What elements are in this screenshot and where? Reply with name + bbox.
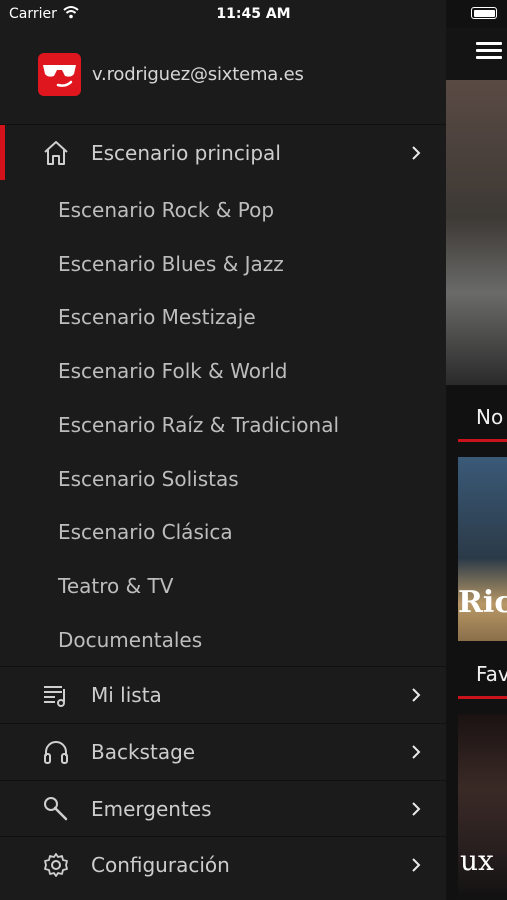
battery-icon [471,7,497,19]
chevron-right-icon [412,688,421,702]
thumbnail-title: Ric [458,585,507,620]
playlist-icon [44,686,65,707]
chevron-right-icon [412,745,421,759]
gear-icon [44,853,68,877]
menu-item-configuracion[interactable]: Configuración [0,836,446,892]
avatar [38,53,81,96]
submenu-teatro-tv[interactable]: Teatro & TV [58,574,173,598]
sunglasses-face-icon [43,65,76,87]
chevron-right-icon [412,146,421,160]
section-underline [458,439,507,442]
home-icon [44,141,68,165]
chevron-right-icon [412,858,421,872]
menu-item-emergentes[interactable]: Emergentes [0,780,446,836]
menu-item-label: Configuración [91,853,230,877]
submenu-rock-pop[interactable]: Escenario Rock & Pop [58,198,274,222]
menu-item-escenario-principal[interactable]: Escenario principal [0,124,446,180]
video-thumbnail[interactable]: Ric [458,457,507,641]
submenu-solistas[interactable]: Escenario Solistas [58,467,239,491]
clock: 11:45 AM [216,6,291,22]
submenu-blues-jazz[interactable]: Escenario Blues & Jazz [58,252,284,276]
microphone-icon [44,797,68,821]
section-underline [458,696,507,699]
menu-item-mi-lista[interactable]: Mi lista [0,666,446,722]
menu-item-label: Backstage [91,740,196,764]
section-title-novedades: No [476,405,504,429]
featured-banner-image[interactable] [446,80,507,385]
menu-item-label: Mi lista [91,683,162,707]
menu-item-backstage[interactable]: Backstage [0,723,446,779]
side-drawer: v.rodriguez@sixtema.es Escenario princip… [0,0,446,900]
menu-item-label: Escenario principal [91,141,281,165]
video-thumbnail[interactable]: ux [458,714,507,900]
active-indicator [0,125,5,180]
top-bar [446,28,507,80]
main-content-peek[interactable]: No Ric Fav ux [446,0,507,900]
menu-item-label: Emergentes [91,797,212,821]
submenu-documentales[interactable]: Documentales [58,628,202,652]
thumbnail-title: ux [460,844,494,877]
submenu-clasica[interactable]: Escenario Clásica [58,520,233,544]
chevron-right-icon [412,802,421,816]
profile-header[interactable]: v.rodriguez@sixtema.es [0,28,446,123]
hamburger-menu-icon[interactable] [476,42,502,60]
user-email: v.rodriguez@sixtema.es [92,64,304,85]
submenu-folk-world[interactable]: Escenario Folk & World [58,359,287,383]
submenu-raiz-tradicional[interactable]: Escenario Raíz & Tradicional [58,413,339,437]
submenu-mestizaje[interactable]: Escenario Mestizaje [58,305,256,329]
headphones-icon [44,741,68,764]
status-bar: Carrier 11:45 AM [0,0,507,28]
section-title-favoritos: Fav [476,662,507,686]
